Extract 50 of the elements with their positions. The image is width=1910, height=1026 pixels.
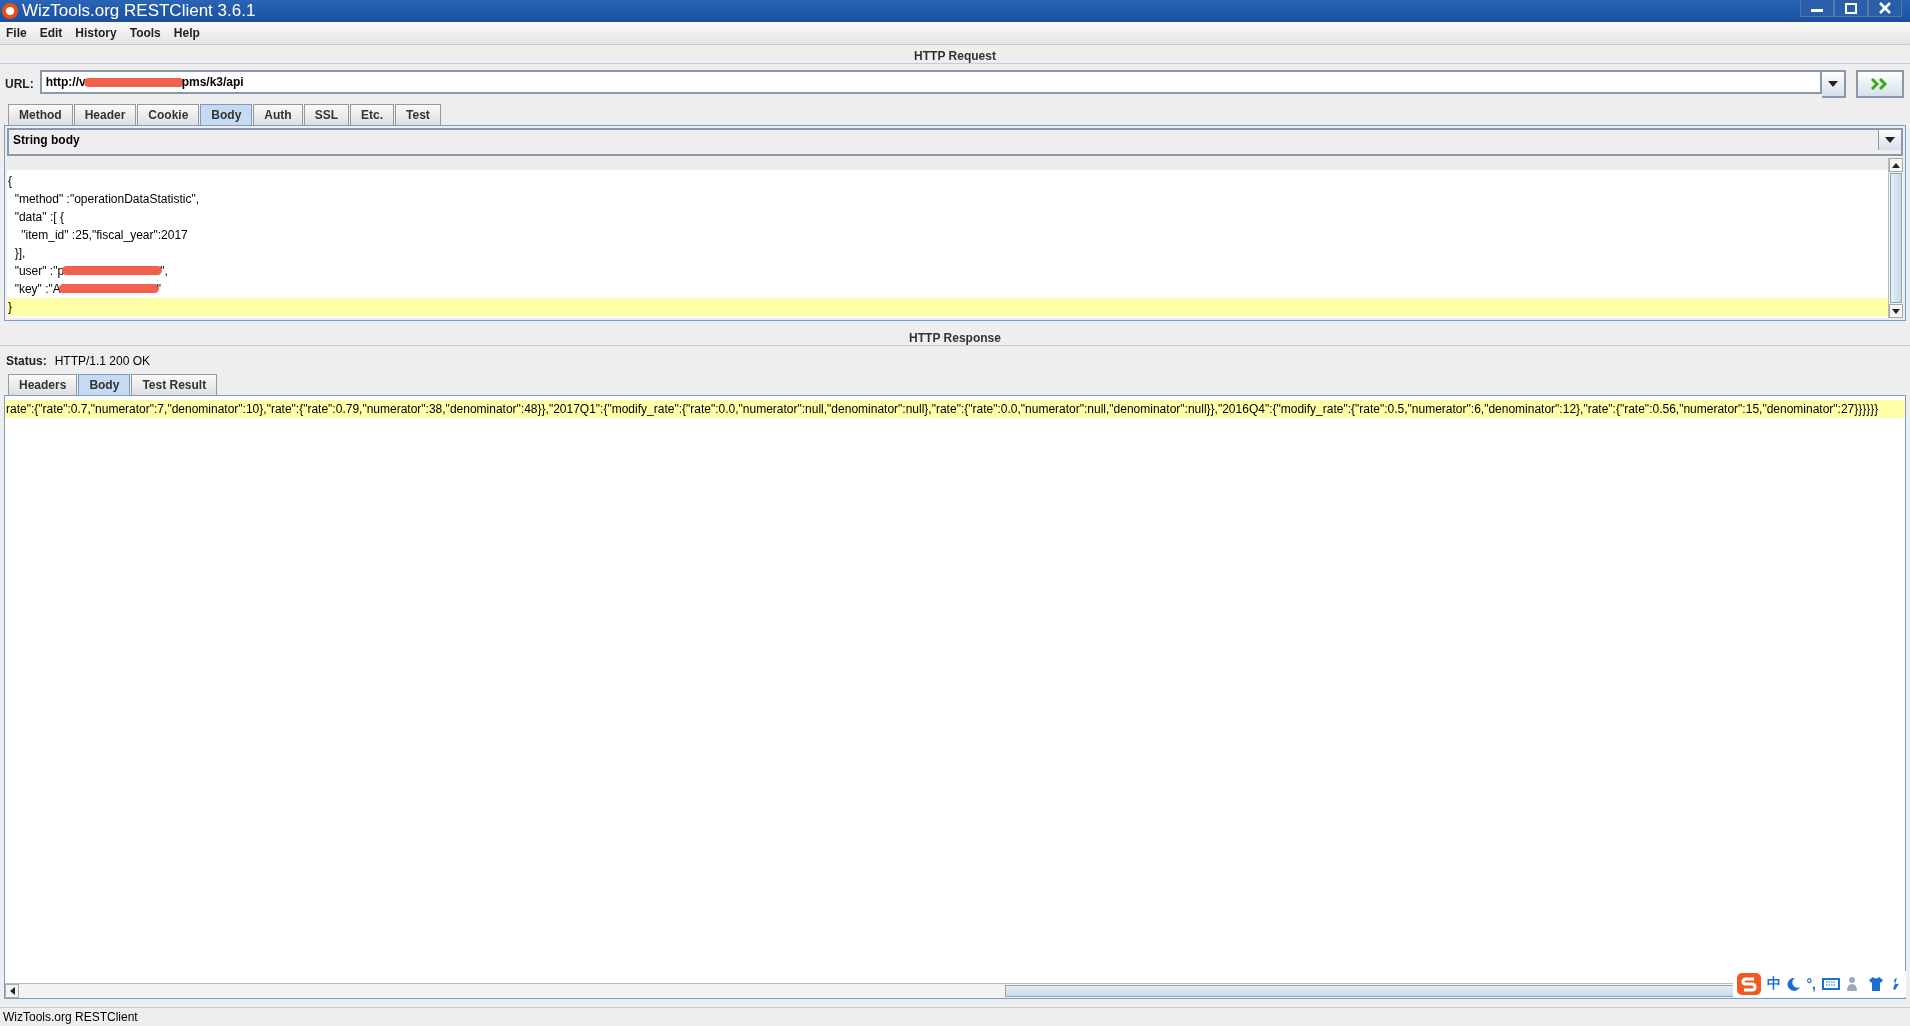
tab[interactable]: SSL bbox=[303, 104, 350, 125]
tab[interactable]: Header bbox=[73, 104, 137, 125]
code-line: "data" :[ { bbox=[13, 209, 65, 226]
code-line: "method" :"operationDataStatistic", bbox=[13, 191, 201, 208]
shirt-icon[interactable] bbox=[1868, 977, 1884, 991]
chevrons-icon bbox=[1871, 78, 1889, 90]
tab[interactable]: Test bbox=[395, 104, 441, 125]
caret-down-icon[interactable] bbox=[1828, 81, 1838, 87]
app-logo-icon bbox=[2, 3, 18, 19]
menu-item[interactable]: Tools bbox=[129, 26, 161, 40]
code-line: "key" :"A " bbox=[13, 281, 163, 298]
ime-mode-text[interactable]: 中 bbox=[1766, 975, 1781, 993]
minimize-button[interactable] bbox=[1800, 0, 1834, 17]
status-bar: WizTools.org RESTClient bbox=[0, 1007, 1910, 1026]
caret-up-icon[interactable] bbox=[1892, 162, 1900, 168]
menu-item[interactable]: File bbox=[6, 26, 27, 40]
status-value: HTTP/1.1 200 OK bbox=[54, 354, 151, 368]
vertical-scrollbar[interactable] bbox=[1888, 158, 1903, 318]
moon-icon[interactable] bbox=[1786, 977, 1801, 991]
dropdown-button[interactable] bbox=[1878, 130, 1901, 150]
menu-item[interactable]: Help bbox=[173, 26, 200, 40]
tab[interactable]: Headers bbox=[8, 374, 78, 395]
tab[interactable]: Body bbox=[78, 374, 131, 395]
tab[interactable]: Etc. bbox=[350, 104, 395, 125]
keyboard-icon[interactable] bbox=[1822, 978, 1840, 990]
close-button[interactable] bbox=[1868, 0, 1902, 17]
tab[interactable]: Method bbox=[8, 104, 73, 125]
section-title: HTTP Request bbox=[0, 49, 1910, 64]
section-title: HTTP Response bbox=[0, 331, 1910, 346]
caret-down-icon[interactable] bbox=[1892, 308, 1900, 314]
tab[interactable]: Body bbox=[200, 104, 253, 125]
maximize-button[interactable] bbox=[1834, 0, 1868, 17]
url-label: URL: bbox=[5, 77, 34, 91]
send-button[interactable] bbox=[1856, 70, 1904, 98]
close-icon[interactable] bbox=[1878, 2, 1892, 14]
tab[interactable]: Test Result bbox=[131, 374, 218, 395]
code-line: }], bbox=[13, 245, 27, 262]
window-title: WizTools.org RESTClient 3.6.1 bbox=[22, 1, 257, 21]
status-label: Status: bbox=[6, 354, 47, 368]
tab[interactable]: Cookie bbox=[137, 104, 200, 125]
menu-item[interactable]: Edit bbox=[39, 26, 63, 40]
caret-down-icon[interactable] bbox=[1885, 137, 1895, 143]
dropdown-button[interactable] bbox=[1822, 70, 1846, 98]
code-line: { bbox=[7, 173, 13, 190]
maximize-icon[interactable] bbox=[1844, 2, 1858, 14]
punctuation-text[interactable]: °, bbox=[1806, 976, 1816, 992]
code-line: "item_id" :25,"fiscal_year":2017 bbox=[20, 227, 189, 244]
menu-item[interactable]: History bbox=[75, 26, 117, 40]
caret-left-icon[interactable] bbox=[9, 987, 15, 995]
tab[interactable]: Auth bbox=[253, 104, 303, 125]
